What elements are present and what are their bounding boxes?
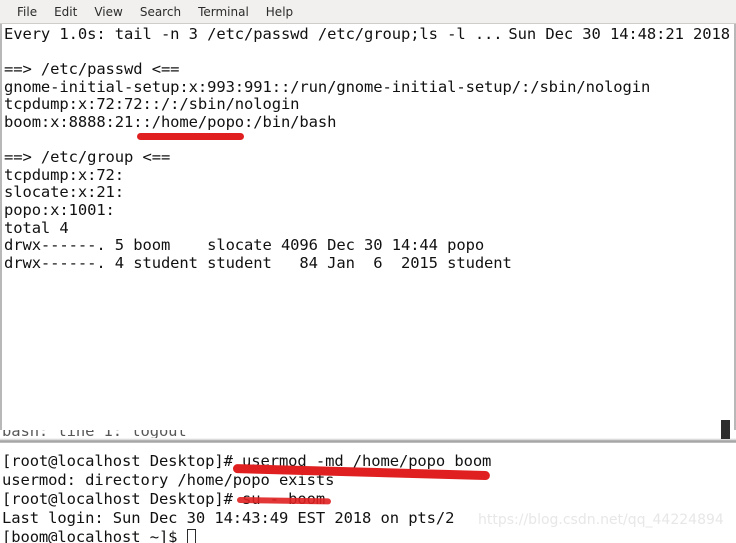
terminal-window: File Edit View Search Terminal Help Ever…: [0, 0, 736, 543]
ls-row-student: drwx------. 4 student student 84 Jan 6 2…: [4, 253, 512, 272]
passwd-entry-tcpdump: tcpdump:x:72:72::/:/sbin/nologin: [4, 95, 300, 114]
menu-item-terminal[interactable]: Terminal: [190, 3, 258, 21]
watch-header-line: Every 1.0s: tail -n 3 /etc/passwd /etc/g…: [4, 25, 734, 44]
watch-output-pane[interactable]: Every 1.0s: tail -n 3 /etc/passwd /etc/g…: [0, 24, 736, 438]
ls-row-popo: drwx------. 5 boom slocate 4096 Dec 30 1…: [4, 236, 485, 255]
menu-item-file[interactable]: File: [9, 3, 46, 21]
bash-text-cursor: [186, 529, 196, 543]
pane-divider: [0, 438, 736, 443]
menu-item-view[interactable]: View: [86, 3, 131, 21]
red-underline-home-popo: [137, 133, 244, 140]
menu-item-edit[interactable]: Edit: [46, 3, 86, 21]
watch-block-cursor: [721, 420, 730, 439]
menu-bar: File Edit View Search Terminal Help: [0, 0, 736, 24]
watch-blank-line: [4, 132, 734, 150]
passwd-file-header: ==> /etc/passwd <==: [4, 60, 180, 79]
ls-total-line: total 4: [4, 218, 69, 237]
watch-command-summary: Every 1.0s: tail -n 3 /etc/passwd /etc/g…: [4, 25, 503, 43]
passwd-entry-gnome-initial-setup: gnome-initial-setup:x:993:991::/run/gnom…: [4, 77, 651, 96]
bash-prompt-line[interactable]: [boom@localhost ~]$: [2, 528, 491, 543]
bash-prompt-text: [boom@localhost ~]$: [2, 528, 187, 543]
menu-item-search[interactable]: Search: [132, 3, 190, 21]
watch-timestamp: Sun Dec 30 14:48:21 2018: [508, 25, 730, 43]
watermark-text: https://blog.csdn.net/qq_44224894: [478, 512, 724, 528]
group-entry-tcpdump: tcpdump:x:72:: [4, 165, 125, 184]
bash-output-last-login: Last login: Sun Dec 30 14:43:49 EST 2018…: [2, 509, 455, 527]
group-entry-slocate: slocate:x:21:: [4, 183, 125, 202]
passwd-entry-boom: boom:x:8888:21::/home/popo:/bin/bash: [4, 112, 337, 131]
watch-output-text: Every 1.0s: tail -n 3 /etc/passwd /etc/g…: [2, 24, 734, 438]
menu-item-help[interactable]: Help: [258, 3, 302, 21]
group-file-header: ==> /etc/group <==: [4, 148, 171, 167]
group-entry-popo: popo:x:1001:: [4, 200, 115, 219]
bash-output-text: [root@localhost Desktop]# usermod -md /h…: [2, 430, 491, 543]
watch-spacer-line: [4, 44, 734, 62]
